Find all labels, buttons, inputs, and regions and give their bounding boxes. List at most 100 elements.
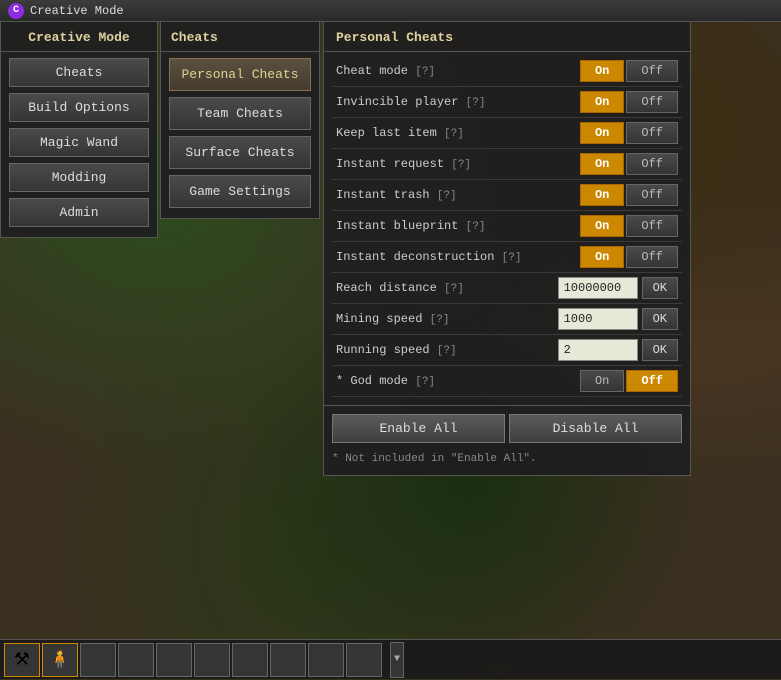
label-instant-deconstruction: Instant deconstruction [?] (336, 250, 580, 264)
label-invincible-player: Invincible player [?] (336, 95, 580, 109)
toggle-on-instant-request[interactable]: On (580, 153, 624, 175)
btn-surface-cheats[interactable]: Surface Cheats (169, 136, 311, 169)
bottom-bar: ⚒ 🧍 ▼ (0, 639, 781, 679)
toggle-off-keep-last-item[interactable]: Off (626, 122, 678, 144)
toggle-on-instant-deconstruction[interactable]: On (580, 246, 624, 268)
label-instant-trash: Instant trash [?] (336, 188, 580, 202)
setting-invincible-player: Invincible player [?] On Off (332, 87, 682, 118)
hotbar-slot-4[interactable] (118, 643, 154, 677)
setting-keep-last-item: Keep last item [?] On Off (332, 118, 682, 149)
hotbar-icon-1: ⚒ (14, 649, 30, 671)
hotbar: ⚒ 🧍 (0, 640, 386, 680)
bottom-buttons: Enable All Disable All (324, 405, 690, 451)
right-panel: Personal Cheats Cheat mode [?] On Off In… (323, 22, 691, 476)
nav-admin[interactable]: Admin (9, 198, 149, 227)
help-instant-request[interactable]: [?] (451, 159, 471, 171)
toggle-instant-request: On Off (580, 153, 678, 175)
nav-build-options[interactable]: Build Options (9, 93, 149, 122)
help-reach-distance[interactable]: [?] (444, 283, 464, 295)
ok-running-speed[interactable]: OK (642, 339, 678, 361)
toggle-on-keep-last-item[interactable]: On (580, 122, 624, 144)
title-bar: C Creative Mode (0, 0, 781, 22)
toggle-on-instant-blueprint[interactable]: On (580, 215, 624, 237)
label-instant-request: Instant request [?] (336, 157, 580, 171)
toggle-god-mode: On Off (580, 370, 678, 392)
middle-panel-title: Cheats (161, 22, 319, 52)
setting-god-mode: * God mode [?] On Off (332, 366, 682, 397)
setting-cheat-mode: Cheat mode [?] On Off (332, 56, 682, 87)
input-running-speed[interactable] (558, 339, 638, 361)
help-cheat-mode[interactable]: [?] (415, 66, 435, 78)
help-instant-deconstruction[interactable]: [?] (502, 252, 522, 264)
hotbar-slot-5[interactable] (156, 643, 192, 677)
hotbar-slot-8[interactable] (270, 643, 306, 677)
toggle-instant-trash: On Off (580, 184, 678, 206)
help-invincible-player[interactable]: [?] (466, 97, 486, 109)
label-mining-speed: Mining speed [?] (336, 312, 558, 326)
hotbar-slot-9[interactable] (308, 643, 344, 677)
label-instant-blueprint: Instant blueprint [?] (336, 219, 580, 233)
title-text: Creative Mode (30, 4, 124, 18)
input-reach-distance[interactable] (558, 277, 638, 299)
help-mining-speed[interactable]: [?] (430, 314, 450, 326)
help-instant-blueprint[interactable]: [?] (466, 221, 486, 233)
label-keep-last-item: Keep last item [?] (336, 126, 580, 140)
help-running-speed[interactable]: [?] (437, 345, 457, 357)
toggle-cheat-mode: On Off (580, 60, 678, 82)
toggle-off-instant-request[interactable]: Off (626, 153, 678, 175)
setting-instant-deconstruction: Instant deconstruction [?] On Off (332, 242, 682, 273)
toggle-on-instant-trash[interactable]: On (580, 184, 624, 206)
hotbar-slot-7[interactable] (232, 643, 268, 677)
help-keep-last-item[interactable]: [?] (444, 128, 464, 140)
toggle-off-god-mode[interactable]: Off (626, 370, 678, 392)
btn-team-cheats[interactable]: Team Cheats (169, 97, 311, 130)
hotbar-slot-2[interactable]: 🧍 (42, 643, 78, 677)
enable-all-button[interactable]: Enable All (332, 414, 505, 443)
hotbar-slot-6[interactable] (194, 643, 230, 677)
toggle-off-cheat-mode[interactable]: Off (626, 60, 678, 82)
label-cheat-mode: Cheat mode [?] (336, 64, 580, 78)
setting-running-speed: Running speed [?] OK (332, 335, 682, 366)
nav-cheats[interactable]: Cheats (9, 58, 149, 87)
help-god-mode[interactable]: [?] (415, 376, 435, 388)
toggle-invincible-player: On Off (580, 91, 678, 113)
label-god-mode: * God mode [?] (336, 374, 580, 388)
disable-all-button[interactable]: Disable All (509, 414, 682, 443)
settings-table: Cheat mode [?] On Off Invincible player … (324, 52, 690, 401)
btn-personal-cheats[interactable]: Personal Cheats (169, 58, 311, 91)
btn-game-settings[interactable]: Game Settings (169, 175, 311, 208)
hotbar-slot-10[interactable] (346, 643, 382, 677)
setting-instant-trash: Instant trash [?] On Off (332, 180, 682, 211)
toggle-off-invincible-player[interactable]: Off (626, 91, 678, 113)
help-instant-trash[interactable]: [?] (437, 190, 457, 202)
scroll-button[interactable]: ▼ (390, 642, 404, 678)
toggle-off-instant-blueprint[interactable]: Off (626, 215, 678, 237)
nav-modding[interactable]: Modding (9, 163, 149, 192)
footnote: * Not included in "Enable All". (324, 451, 690, 465)
hotbar-slot-1[interactable]: ⚒ (4, 643, 40, 677)
toggle-instant-deconstruction: On Off (580, 246, 678, 268)
toggle-off-instant-deconstruction[interactable]: Off (626, 246, 678, 268)
middle-panel: Cheats Personal Cheats Team Cheats Surfa… (160, 22, 320, 219)
toggle-instant-blueprint: On Off (580, 215, 678, 237)
setting-reach-distance: Reach distance [?] OK (332, 273, 682, 304)
nav-magic-wand[interactable]: Magic Wand (9, 128, 149, 157)
right-panel-title: Personal Cheats (324, 22, 690, 52)
label-running-speed: Running speed [?] (336, 343, 558, 357)
toggle-on-god-mode[interactable]: On (580, 370, 624, 392)
ok-mining-speed[interactable]: OK (642, 308, 678, 330)
label-reach-distance: Reach distance [?] (336, 281, 558, 295)
toggle-on-invincible-player[interactable]: On (580, 91, 624, 113)
toggle-on-cheat-mode[interactable]: On (580, 60, 624, 82)
toggle-keep-last-item: On Off (580, 122, 678, 144)
left-panel-title: Creative Mode (1, 22, 157, 52)
input-mining-speed[interactable] (558, 308, 638, 330)
setting-mining-speed: Mining speed [?] OK (332, 304, 682, 335)
left-panel: Creative Mode Cheats Build Options Magic… (0, 22, 158, 238)
hotbar-icon-2: 🧍 (49, 649, 71, 671)
hotbar-slot-3[interactable] (80, 643, 116, 677)
setting-instant-request: Instant request [?] On Off (332, 149, 682, 180)
toggle-off-instant-trash[interactable]: Off (626, 184, 678, 206)
setting-instant-blueprint: Instant blueprint [?] On Off (332, 211, 682, 242)
ok-reach-distance[interactable]: OK (642, 277, 678, 299)
